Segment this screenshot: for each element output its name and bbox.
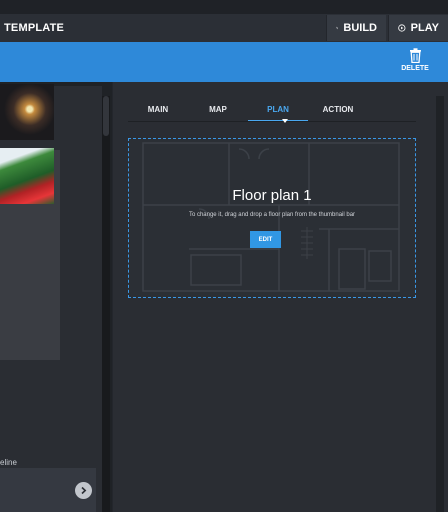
left-scrollbar[interactable]	[102, 96, 110, 512]
chevron-right-icon	[81, 486, 87, 495]
next-arrow-button[interactable]	[75, 482, 92, 499]
floor-plan-dropzone[interactable]: Floor plan 1 To change it, drag and drop…	[128, 138, 416, 298]
top-header: TEMPLATE BUILD PLAY	[0, 0, 448, 42]
floor-plan-title: Floor plan 1	[232, 187, 312, 204]
left-scrollbar-thumb[interactable]	[103, 96, 109, 136]
play-button[interactable]: PLAY	[388, 15, 448, 41]
build-button[interactable]: BUILD	[326, 15, 386, 41]
play-icon	[398, 24, 406, 32]
left-pane: eline	[0, 82, 112, 512]
panorama-thumbnail-2[interactable]	[0, 148, 54, 204]
action-toolbar: DELETE	[0, 42, 448, 82]
trash-icon	[409, 48, 421, 63]
delete-button[interactable]: DELETE	[397, 48, 433, 72]
active-tab-indicator	[282, 119, 288, 123]
gears-icon	[336, 26, 339, 30]
tab-main[interactable]: MAIN	[128, 98, 188, 121]
floor-plan-overlay: Floor plan 1 To change it, drag and drop…	[129, 139, 415, 297]
play-label: PLAY	[410, 22, 439, 34]
property-tabs: MAIN MAP PLAN ACTION	[128, 98, 416, 122]
tab-action[interactable]: ACTION	[308, 98, 368, 121]
tab-map[interactable]: MAP	[188, 98, 248, 121]
tab-plan[interactable]: PLAN	[248, 98, 308, 121]
page-title: TEMPLATE	[4, 22, 65, 34]
delete-label: DELETE	[401, 65, 429, 72]
build-label: BUILD	[343, 22, 377, 34]
edit-button[interactable]: EDIT	[250, 231, 281, 248]
app-root: TEMPLATE BUILD PLAY DELETE eline MAIN MA…	[0, 0, 448, 512]
floor-plan-hint: To change it, drag and drop a floor plan…	[188, 212, 356, 218]
timeline-label: eline	[0, 458, 17, 467]
panorama-thumbnail-1[interactable]	[0, 84, 54, 140]
right-scrollbar[interactable]	[436, 96, 444, 512]
